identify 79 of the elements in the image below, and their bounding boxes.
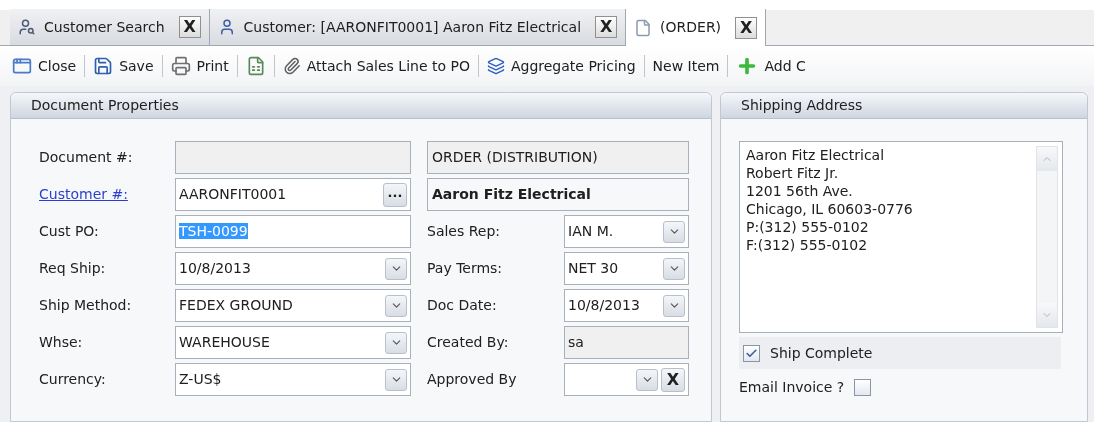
address-line: Aaron Fitz Electrical bbox=[746, 146, 886, 164]
lookup-button[interactable]: ... bbox=[383, 182, 407, 207]
paperclip-icon bbox=[282, 57, 301, 75]
field-label: Cust PO: bbox=[39, 222, 100, 241]
dropdown-button[interactable] bbox=[385, 368, 407, 391]
dropdown-button[interactable] bbox=[385, 331, 407, 354]
checkbox-label: Ship Complete bbox=[770, 343, 873, 363]
field-value: Z-US$ bbox=[179, 371, 222, 387]
field-label: Pay Terms: bbox=[427, 259, 504, 278]
field-value: 10/8/2013 bbox=[568, 297, 640, 313]
checkbox[interactable] bbox=[743, 344, 760, 362]
toolbar-button[interactable]: Attach Sales Line to PO bbox=[282, 52, 470, 80]
dropdown-button[interactable] bbox=[385, 257, 407, 280]
dropdown-button[interactable] bbox=[663, 294, 685, 317]
checkbox-label: Email Invoice ? bbox=[739, 377, 845, 397]
address-line: F:(312) 555-0102 bbox=[746, 236, 869, 254]
customer-name-field: Aaron Fitz Electrical bbox=[427, 178, 689, 211]
field-value: sa bbox=[568, 334, 584, 350]
dropdown-field[interactable]: 10/8/2013 bbox=[564, 289, 689, 322]
input-field[interactable]: AARONFIT0001 ... bbox=[175, 178, 411, 211]
toolbar-button[interactable]: Add C bbox=[736, 52, 806, 80]
address-line: 1201 56th Ave. bbox=[746, 182, 854, 200]
field-label: Req Ship: bbox=[39, 259, 107, 278]
panel-title: Document Properties bbox=[31, 96, 179, 115]
field-value: TSH-0099 bbox=[179, 223, 248, 239]
checkbox[interactable] bbox=[854, 378, 872, 396]
panel-title: Shipping Address bbox=[741, 96, 863, 115]
field-label: Approved By bbox=[427, 370, 518, 389]
tab[interactable]: Customer: [AARONFIT0001] Aaron Fitz Electrical X bbox=[209, 9, 627, 45]
field-label: Created By: bbox=[427, 333, 510, 352]
dropdown-field[interactable]: WAREHOUSE bbox=[175, 326, 411, 359]
field-value: IAN M. bbox=[568, 223, 614, 239]
address-line: Robert Fitz Jr. bbox=[746, 164, 840, 182]
dropdown-button[interactable] bbox=[663, 220, 685, 243]
toolbar-button[interactable]: Close bbox=[12, 52, 77, 80]
dropdown-field[interactable]: IAN M. bbox=[564, 215, 689, 248]
dropdown-button[interactable] bbox=[663, 257, 685, 280]
document-type-field: ORDER (DISTRIBUTION) bbox=[427, 141, 689, 174]
toolbar-button[interactable]: Aggregate Pricing bbox=[486, 52, 636, 80]
customer-link[interactable]: Customer #: bbox=[39, 184, 175, 205]
dropdown-button[interactable] bbox=[636, 368, 658, 391]
tab[interactable]: (ORDER) X bbox=[626, 9, 767, 46]
field-label: Ship Method: bbox=[39, 296, 133, 315]
address-line: P:(312) 555-0102 bbox=[746, 218, 870, 236]
save-icon bbox=[93, 56, 114, 76]
tab[interactable]: Customer Search X bbox=[10, 9, 210, 45]
field-value: WAREHOUSE bbox=[179, 334, 270, 350]
dropdown-button[interactable] bbox=[385, 294, 407, 317]
address-box[interactable]: Aaron Fitz Electrical Robert Fitz Jr. 1201 56th Ave. Chicago, IL 60603-0776 P:(312) 555-0102 F:(312) 555-0102 bbox=[739, 141, 1063, 333]
toolbar-button[interactable]: Save bbox=[93, 52, 154, 80]
dropdown-field[interactable]: X bbox=[564, 363, 689, 396]
field-value: NET 30 bbox=[568, 260, 619, 276]
window-icon bbox=[12, 56, 32, 76]
tab-close-x[interactable]: X bbox=[595, 16, 618, 38]
check-icon bbox=[745, 346, 758, 360]
dropdown-field[interactable]: NET 30 bbox=[564, 252, 689, 285]
field-label: Whse: bbox=[39, 333, 84, 352]
field-value: 10/8/2013 bbox=[179, 260, 251, 276]
address-line: Chicago, IL 60603-0776 bbox=[746, 200, 914, 218]
layers-icon bbox=[486, 57, 505, 75]
field-label: Doc Date: bbox=[427, 296, 498, 315]
field-label: Sales Rep: bbox=[427, 222, 502, 241]
input-field[interactable]: sa bbox=[564, 326, 689, 359]
input-field[interactable] bbox=[175, 141, 411, 174]
tab-close-x[interactable]: X bbox=[178, 16, 201, 38]
toolbar-button[interactable]: Print bbox=[170, 52, 229, 80]
field-label: Document #: bbox=[39, 148, 134, 167]
document-icon bbox=[634, 18, 653, 37]
dropdown-field[interactable]: FEDEX GROUND bbox=[175, 289, 411, 322]
printer-icon bbox=[170, 56, 191, 76]
dropdown-field[interactable]: Z-US$ bbox=[175, 363, 411, 396]
dropdown-field[interactable]: 10/8/2013 bbox=[175, 252, 411, 285]
field-value: FEDEX GROUND bbox=[179, 297, 293, 313]
field-label: Currency: bbox=[39, 370, 107, 389]
clear-button[interactable]: X bbox=[661, 367, 685, 392]
toolbar-button[interactable]: New Item bbox=[652, 52, 720, 80]
field-value: AARONFIT0001 bbox=[179, 186, 287, 202]
user-search-icon bbox=[18, 18, 36, 36]
tab-close-x[interactable]: X bbox=[735, 16, 758, 39]
